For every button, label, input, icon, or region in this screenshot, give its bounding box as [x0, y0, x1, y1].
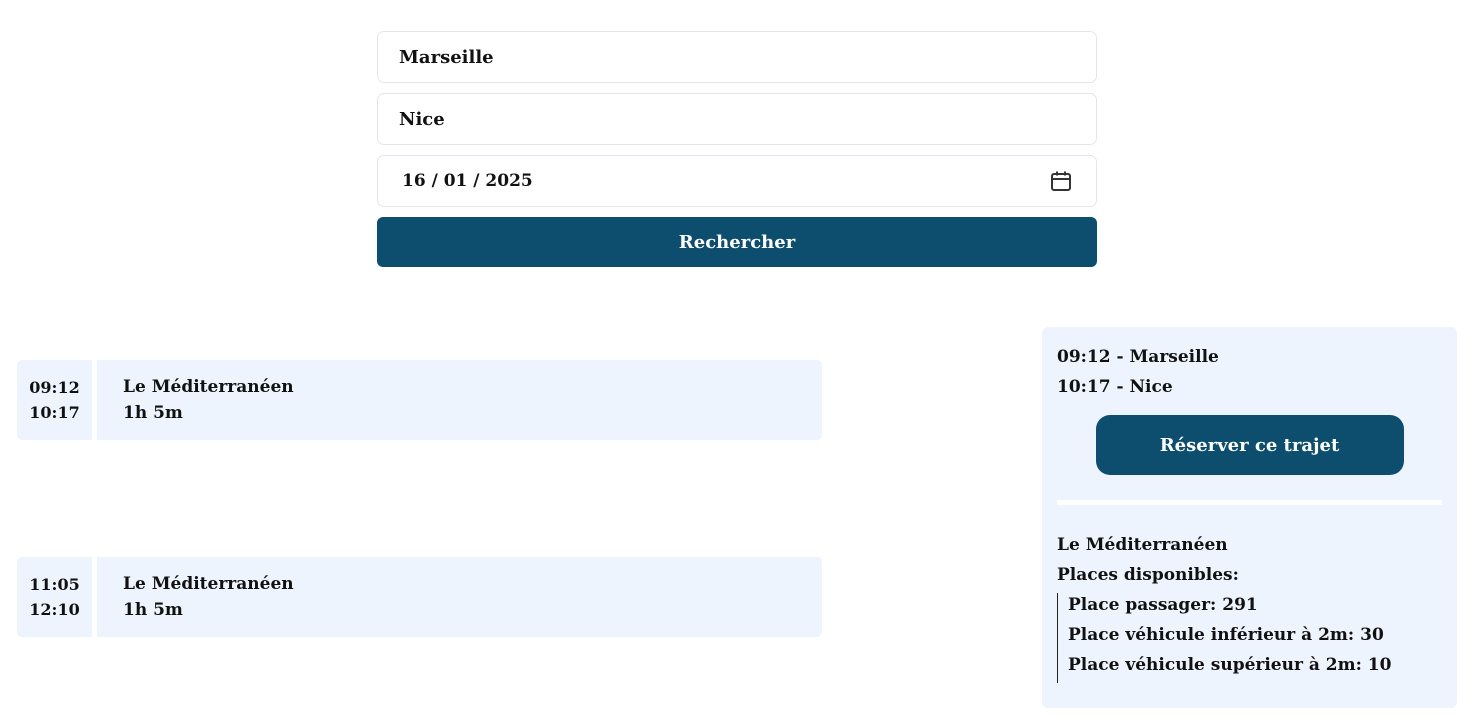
places-list: Place passager: 291 Place véhicule infér…	[1057, 593, 1442, 683]
calendar-icon[interactable]	[1050, 170, 1072, 192]
detail-arrival: 10:17 - Nice	[1057, 377, 1173, 397]
date-value: 16 / 01 / 2025	[402, 171, 533, 191]
trip-item[interactable]: 11:05 12:10 Le Méditerranéen 1h 5m	[17, 557, 822, 637]
reserve-button[interactable]: Réserver ce trajet	[1095, 415, 1404, 475]
arrival-value: Nice	[399, 108, 445, 130]
trip-arrive-time: 12:10	[29, 600, 80, 619]
trip-duration: 1h 5m	[123, 403, 183, 423]
detail-ship-name: Le Méditerranéen	[1057, 535, 1228, 555]
departure-value: Marseille	[399, 46, 494, 68]
trip-depart-time: 11:05	[29, 575, 80, 594]
trip-times: 09:12 10:17	[17, 360, 97, 440]
place-vehicle-large: Place véhicule supérieur à 2m: 10	[1068, 655, 1392, 675]
trip-arrive-time: 10:17	[29, 403, 80, 422]
trip-depart-time: 09:12	[29, 378, 80, 397]
trip-ship-name: Le Méditerranéen	[123, 574, 294, 594]
search-form: Marseille Nice 16 / 01 / 2025 Rechercher	[377, 31, 1097, 267]
place-vehicle-small: Place véhicule inférieur à 2m: 30	[1068, 625, 1384, 645]
trip-duration: 1h 5m	[123, 600, 183, 620]
trip-ship-name: Le Méditerranéen	[123, 377, 294, 397]
places-heading: Places disponibles:	[1057, 565, 1239, 585]
detail-departure: 09:12 - Marseille	[1057, 347, 1219, 367]
trip-times: 11:05 12:10	[17, 557, 97, 637]
date-field[interactable]: 16 / 01 / 2025	[377, 155, 1097, 207]
place-passenger: Place passager: 291	[1068, 595, 1258, 615]
page: Marseille Nice 16 / 01 / 2025 Rechercher…	[0, 0, 1475, 727]
trip-info: Le Méditerranéen 1h 5m	[97, 557, 294, 637]
search-button[interactable]: Rechercher	[377, 217, 1097, 267]
divider	[1057, 500, 1442, 505]
trip-info: Le Méditerranéen 1h 5m	[97, 360, 294, 440]
arrival-field[interactable]: Nice	[377, 93, 1097, 145]
trip-detail-panel: 09:12 - Marseille 10:17 - Nice Réserver …	[1042, 327, 1457, 708]
departure-field[interactable]: Marseille	[377, 31, 1097, 83]
trip-item[interactable]: 09:12 10:17 Le Méditerranéen 1h 5m	[17, 360, 822, 440]
